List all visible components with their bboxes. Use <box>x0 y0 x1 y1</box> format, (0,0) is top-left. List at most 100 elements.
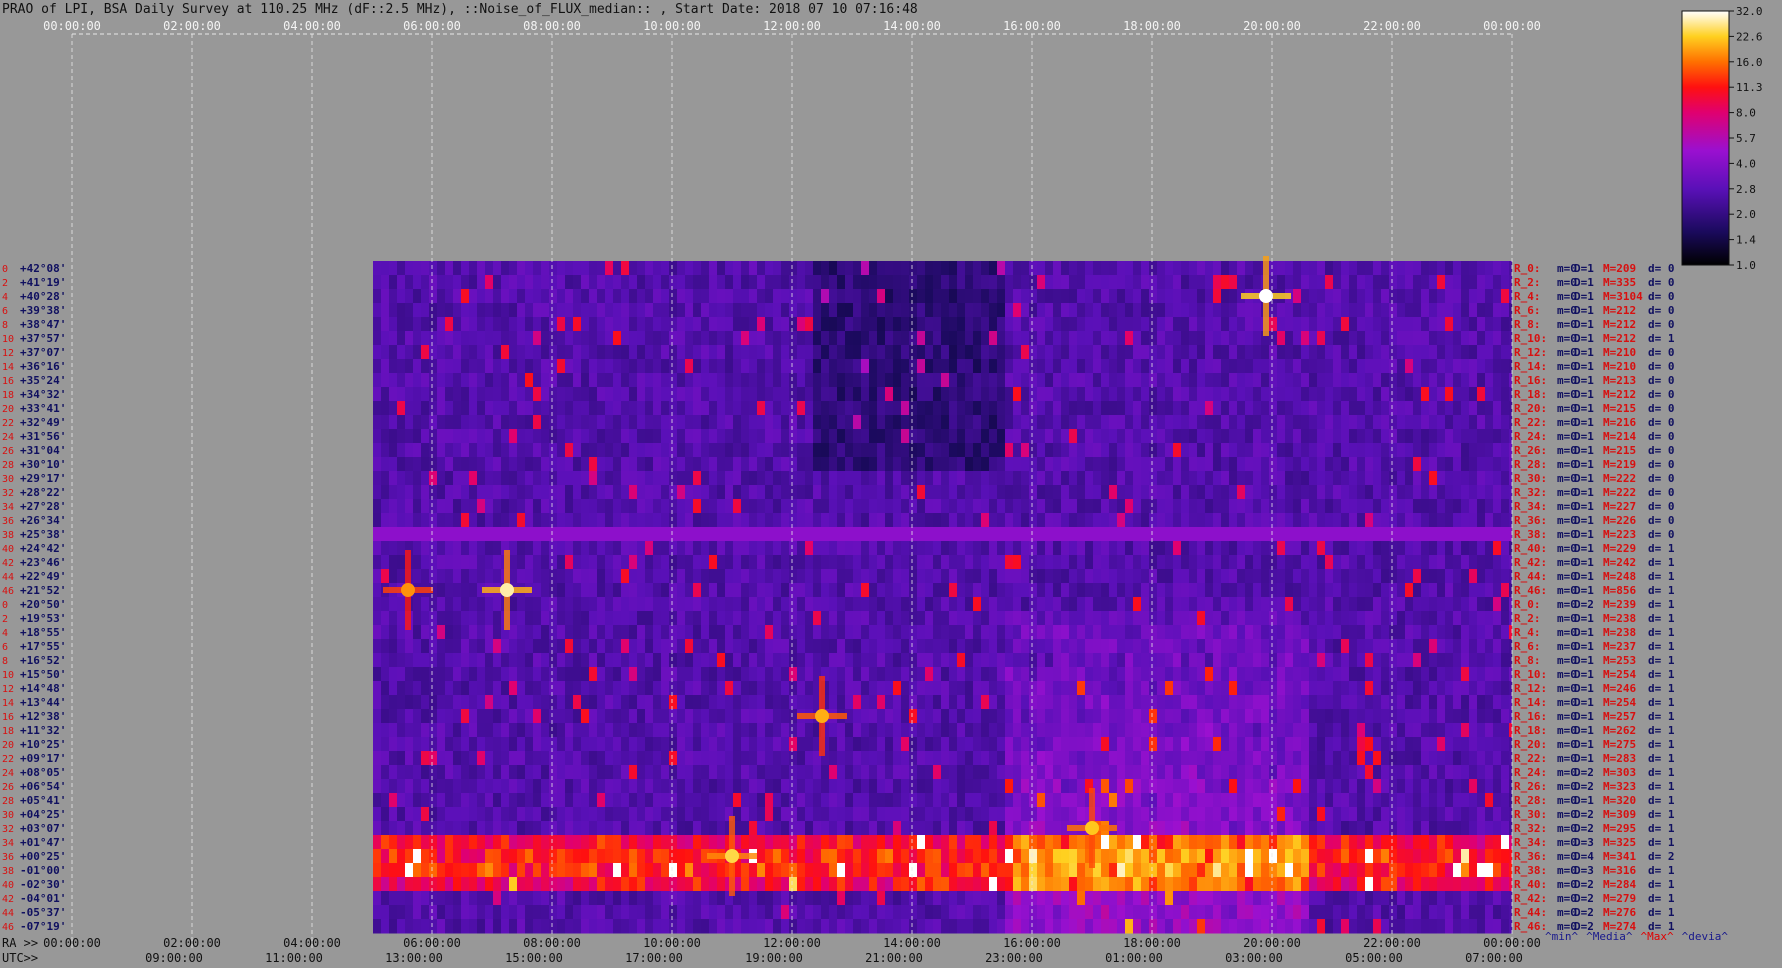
heatmap-cell <box>1453 457 1461 472</box>
heatmap-cell <box>1045 457 1053 472</box>
heatmap-cell <box>917 429 925 444</box>
heatmap-cell <box>509 485 517 500</box>
heatmap-cell <box>1069 471 1077 486</box>
heatmap-cell <box>397 737 405 752</box>
heatmap-cell <box>1389 583 1397 598</box>
heatmap-cell <box>557 415 565 430</box>
heatmap-cell <box>917 345 925 360</box>
heatmap-cell <box>533 289 541 304</box>
heatmap-cell <box>885 667 893 682</box>
heatmap-cell <box>701 541 709 556</box>
heatmap-cell <box>1325 485 1333 500</box>
heatmap-cell <box>421 303 429 318</box>
heatmap-cell <box>925 303 933 318</box>
heatmap-cell <box>781 499 789 514</box>
heatmap-cell <box>789 485 797 500</box>
heatmap-cell <box>797 415 805 430</box>
heatmap-cell <box>869 289 877 304</box>
heatmap-cell <box>653 597 661 612</box>
heatmap-cell <box>389 471 397 486</box>
heatmap-cell <box>485 737 493 752</box>
heatmap-cell <box>1469 569 1477 584</box>
heatmap-cell <box>1173 457 1181 472</box>
heatmap-cell <box>485 709 493 724</box>
heatmap-cell <box>1269 331 1277 346</box>
heatmap-cell <box>1061 569 1069 584</box>
heatmap-cell <box>861 471 869 486</box>
heatmap-cell <box>693 583 701 598</box>
heatmap-cell <box>845 611 853 626</box>
heatmap-cell <box>1189 737 1197 752</box>
heatmap-cell <box>1029 527 1037 542</box>
heatmap-cell <box>1045 667 1053 682</box>
heatmap-cell <box>461 639 469 654</box>
heatmap-cell <box>645 695 653 710</box>
heatmap-cell <box>925 681 933 696</box>
heatmap-cell <box>493 457 501 472</box>
heatmap-cell <box>437 555 445 570</box>
heatmap-cell <box>1013 317 1021 332</box>
heatmap-cell <box>1493 499 1501 514</box>
heatmap-cell <box>1229 681 1237 696</box>
heatmap-cell <box>1077 709 1085 724</box>
heatmap-cell <box>781 695 789 710</box>
heatmap-cell <box>1029 695 1037 710</box>
heatmap-cell <box>541 303 549 318</box>
heatmap-cell <box>1149 653 1157 668</box>
heatmap-cell <box>1101 485 1109 500</box>
heatmap-cell <box>533 737 541 752</box>
heatmap-cell <box>1173 653 1181 668</box>
heatmap-cell <box>741 457 749 472</box>
heatmap-cell <box>693 443 701 458</box>
heatmap-cell <box>749 695 757 710</box>
heatmap-cell <box>485 499 493 514</box>
heatmap-cell <box>501 513 509 528</box>
heatmap-cell <box>597 457 605 472</box>
heatmap-cell <box>381 723 389 738</box>
heatmap-cell <box>733 499 741 514</box>
heatmap-cell <box>709 583 717 598</box>
heatmap-cell <box>949 471 957 486</box>
heatmap-cell <box>941 443 949 458</box>
heatmap-cell <box>1165 513 1173 528</box>
heatmap-cell <box>933 303 941 318</box>
heatmap-cell <box>541 555 549 570</box>
heatmap-cell <box>1037 415 1045 430</box>
heatmap-cell <box>1485 457 1493 472</box>
heatmap-cell <box>1181 611 1189 626</box>
heatmap-cell <box>1333 471 1341 486</box>
heatmap-cell <box>685 345 693 360</box>
heatmap-cell <box>1341 737 1349 752</box>
heatmap-cell <box>1397 583 1405 598</box>
heatmap-cell <box>701 457 709 472</box>
heatmap-cell <box>413 653 421 668</box>
heatmap-cell <box>1309 583 1317 598</box>
heatmap-cell <box>1117 317 1125 332</box>
heatmap-cell <box>517 667 525 682</box>
heatmap-cell <box>637 737 645 752</box>
heatmap-cell <box>501 485 509 500</box>
heatmap-cell <box>1101 639 1109 654</box>
heatmap-cell <box>1421 625 1429 640</box>
heatmap-cell <box>373 695 381 710</box>
heatmap-cell <box>1069 681 1077 696</box>
heatmap-cell <box>685 401 693 416</box>
heatmap-cell <box>1501 359 1509 374</box>
heatmap-cell <box>837 331 845 346</box>
heatmap-cell <box>1029 457 1037 472</box>
heatmap-cell <box>877 695 885 710</box>
heatmap-cell <box>1085 457 1093 472</box>
heatmap-cell <box>709 415 717 430</box>
heatmap-cell <box>1325 415 1333 430</box>
heatmap-cell <box>453 401 461 416</box>
heatmap-cell <box>685 443 693 458</box>
heatmap-cell <box>717 471 725 486</box>
heatmap-cell <box>1421 555 1429 570</box>
heatmap-cell <box>1477 695 1485 710</box>
heatmap-cell <box>1069 653 1077 668</box>
heatmap-cell <box>1453 555 1461 570</box>
heatmap-cell <box>925 289 933 304</box>
heatmap-cell <box>1421 331 1429 346</box>
heatmap-cell <box>965 275 973 290</box>
heatmap-cell <box>1397 541 1405 556</box>
